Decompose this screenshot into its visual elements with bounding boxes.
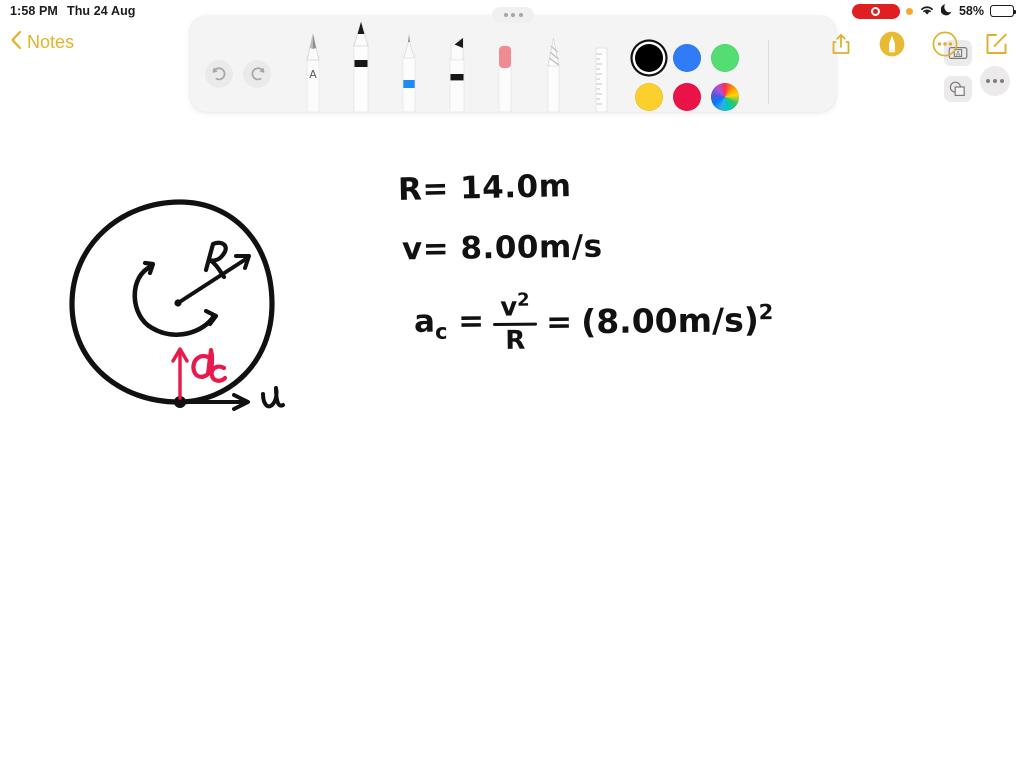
markup-toolbar: A A (190, 7, 1010, 112)
color-palette (630, 39, 744, 116)
equation-fraction-v2-over-r: v2 R (493, 289, 538, 357)
tool-pen-fountain[interactable] (396, 30, 422, 112)
screen-recording-icon (851, 3, 900, 19)
color-swatch-blue[interactable] (668, 39, 706, 77)
tool-marker[interactable] (444, 30, 470, 112)
note-canvas[interactable]: R= 14.0m v= 8.00m/s ac = v2 R = (8.00m/s… (0, 130, 1024, 768)
privacy-indicator-icon (905, 7, 913, 15)
status-bar-left: 1:58 PM Thu 24 Aug (10, 4, 136, 18)
back-button-label: Notes (27, 32, 75, 52)
notes-app-window: 1:58 PM Thu 24 Aug 58% Notes A A R= 14.0… (0, 0, 1024, 768)
do-not-disturb-icon (940, 3, 953, 19)
status-date: Thu 24 Aug (66, 4, 136, 18)
handwriting-given-velocity: v= 8.00m/s (401, 228, 603, 268)
wifi-icon (919, 4, 935, 19)
color-swatch-black[interactable] (630, 39, 668, 77)
undo-button[interactable] (205, 60, 233, 88)
circular-motion-diagram (69, 199, 285, 411)
color-swatch-red[interactable] (668, 78, 706, 116)
chevron-left-icon (10, 30, 22, 55)
status-bar-right: 58% (851, 3, 1017, 19)
svg-text:A: A (309, 68, 317, 81)
tool-lasso-select[interactable] (540, 30, 566, 112)
equation-term-ac: ac = (413, 302, 485, 344)
share-icon[interactable] (830, 32, 852, 56)
color-swatch-green[interactable] (706, 39, 744, 77)
status-time: 1:58 PM (10, 4, 58, 18)
toolbar-divider (768, 40, 769, 104)
top-action-bar (830, 30, 1010, 58)
handwriting-given-radius: R= 14.0m (397, 168, 572, 208)
undo-redo-group (205, 60, 271, 88)
more-options-icon[interactable] (932, 31, 958, 57)
handwriting-equation-ac: ac = v2 R = (8.00m/s)2 (413, 288, 774, 357)
redo-button[interactable] (243, 60, 271, 88)
tool-pen-black[interactable] (348, 20, 374, 112)
toolbar-more-button[interactable] (980, 66, 1010, 96)
tool-ruler[interactable] (588, 30, 614, 112)
equation-equals: = (545, 304, 573, 341)
tool-tray: A (286, 16, 678, 112)
markup-icon[interactable] (878, 30, 906, 58)
equation-substitution: (8.00m/s)2 (580, 300, 774, 342)
fraction-denominator: R (505, 326, 526, 357)
compose-note-icon[interactable] (984, 31, 1010, 57)
tool-pen-handwriting[interactable]: A (300, 30, 326, 112)
color-swatch-yellow[interactable] (630, 78, 668, 116)
color-picker-wheel[interactable] (706, 78, 744, 116)
battery-icon (990, 5, 1017, 17)
back-to-notes-button[interactable]: Notes (10, 30, 74, 55)
battery-percent-label: 58% (958, 4, 984, 18)
shapes-icon[interactable] (944, 76, 972, 102)
tool-eraser[interactable] (492, 30, 518, 112)
fraction-numerator: v2 (500, 289, 530, 323)
